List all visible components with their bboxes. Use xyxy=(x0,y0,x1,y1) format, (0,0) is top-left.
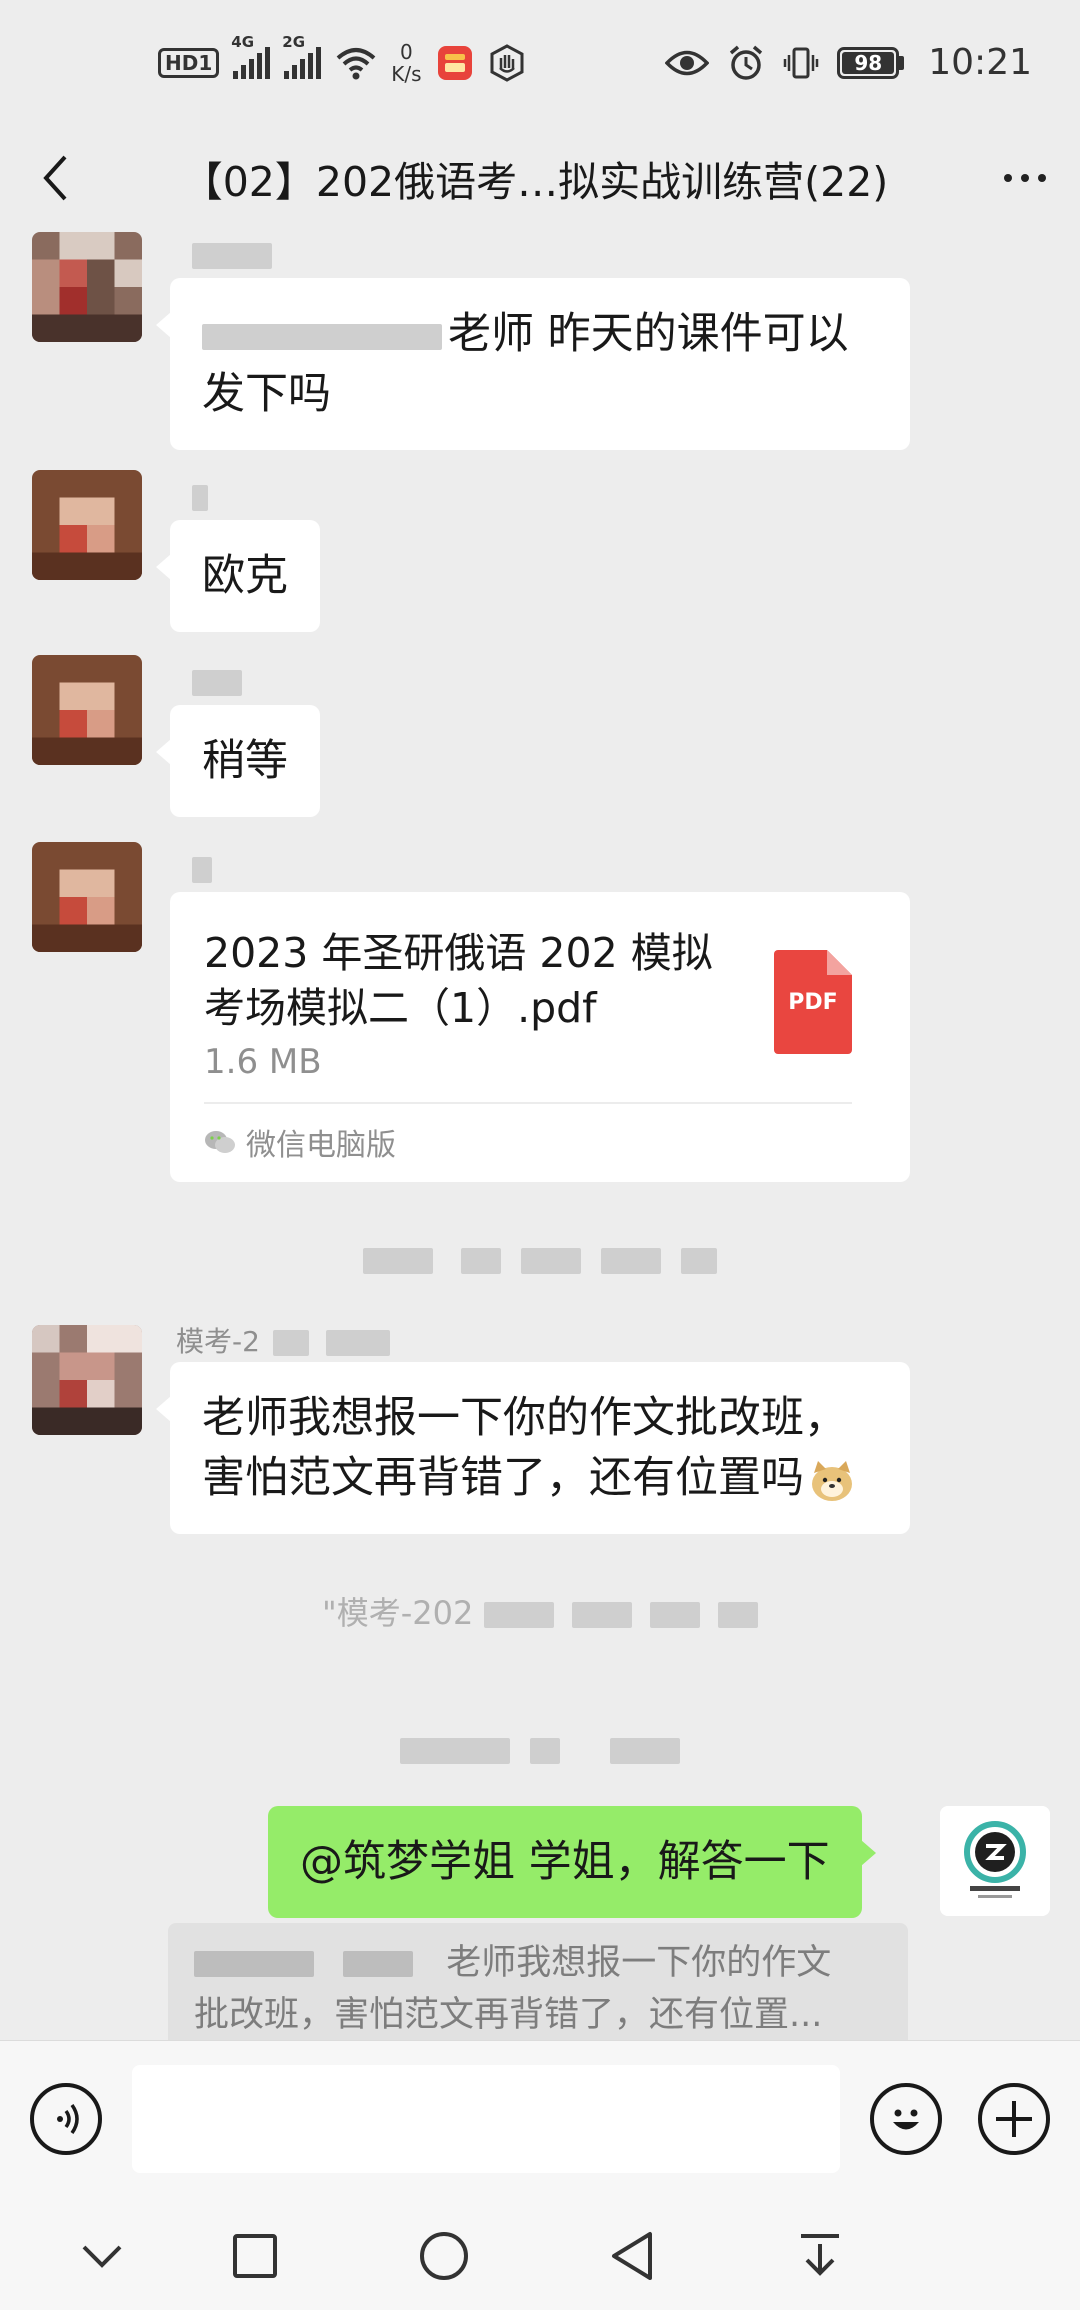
plus-button[interactable] xyxy=(978,2083,1050,2155)
app-notification-icon xyxy=(437,45,472,80)
triangle-back-icon xyxy=(612,2232,652,2280)
battery-level: 98 xyxy=(842,51,895,75)
square-icon xyxy=(233,2234,277,2278)
eye-icon xyxy=(665,50,710,75)
wifi-icon xyxy=(336,47,376,79)
nav-recents-button[interactable] xyxy=(219,2220,291,2292)
message-bubble-own[interactable]: @筑梦学姐 学姐，解答一下 xyxy=(268,1806,876,1918)
divider xyxy=(204,1102,852,1104)
file-source: 微信电脑版 xyxy=(204,1120,396,1164)
alarm-icon xyxy=(730,45,763,80)
message-text: 欧克 xyxy=(202,551,288,601)
file-message[interactable]: 2023 年圣研俄语 202 模拟考场模拟二（1）.pdf 1.6 MB PDF… xyxy=(170,892,910,1182)
sender-name: 模考-2 xyxy=(176,1320,390,1360)
quote-text-1: 老师我想报一下你的作文 xyxy=(446,1943,832,1983)
signal-generation: 2G xyxy=(282,32,306,51)
sender-name-text: 模考-2 xyxy=(176,1325,260,1358)
voice-icon xyxy=(57,2103,79,2135)
net-speed-value: 0 xyxy=(400,39,413,64)
message-text: 稍等 xyxy=(202,736,288,786)
hand-icon xyxy=(490,43,524,82)
wechat-icon xyxy=(205,1131,235,1153)
nav-collapse-button[interactable] xyxy=(66,2220,138,2292)
nav-notification-button[interactable] xyxy=(784,2220,856,2292)
nav-home-button[interactable] xyxy=(408,2220,480,2292)
avatar[interactable] xyxy=(32,1325,142,1435)
battery-icon: 98 xyxy=(837,46,905,79)
signal-generation: 4G xyxy=(231,32,255,51)
avatar[interactable] xyxy=(32,232,142,342)
hd-badge: HD1 xyxy=(158,47,220,78)
voice-button[interactable] xyxy=(30,2083,102,2155)
chat-title: 【02】202俄语考…拟实战训练营(22) xyxy=(181,157,889,206)
my-avatar[interactable] xyxy=(940,1806,1050,1916)
avatar-image xyxy=(32,1325,142,1435)
system-nav-bar xyxy=(0,2198,1080,2310)
quote-text-2: 批改班，害怕范文再背错了，还有位置... xyxy=(194,1995,823,2035)
back-button[interactable] xyxy=(0,125,110,230)
net-speed-unit: K/s xyxy=(391,61,422,86)
avatar[interactable] xyxy=(32,470,142,580)
chevron-left-icon xyxy=(43,155,67,200)
system-message-text: "模考-202 xyxy=(321,1594,474,1632)
signal-icon: 2G xyxy=(282,33,322,79)
download-icon xyxy=(801,2234,839,2276)
message-bubble[interactable]: 稍等 xyxy=(156,705,320,817)
nav-back-button[interactable] xyxy=(596,2220,668,2292)
chat-header: 【02】202俄语考…拟实战训练营(22) xyxy=(0,125,1080,230)
emoji-button[interactable] xyxy=(870,2083,942,2155)
quoted-message[interactable]: 老师我想报一下你的作文 批改班，害怕范文再背错了，还有位置... xyxy=(168,1923,908,2040)
message-bubble[interactable]: 老师 昨天的课件可以发下吗 xyxy=(156,278,910,450)
file-size: 1.6 MB xyxy=(204,1042,322,1082)
sender-name-redacted xyxy=(192,238,272,271)
mention-redacted xyxy=(202,323,442,350)
clock: 10:21 xyxy=(928,42,1032,83)
message-text: 老师我想报一下你的作文批改班，害怕范文再背错了，还有位置吗 xyxy=(202,1393,847,1503)
file-type-label: PDF xyxy=(788,989,838,1015)
net-speed: 0 K/s xyxy=(391,41,421,85)
avatar-image xyxy=(32,470,142,580)
message-bubble[interactable]: 欧克 xyxy=(156,520,320,632)
sender-name-redacted xyxy=(192,852,212,885)
avatar-image xyxy=(32,842,142,952)
file-name: 2023 年圣研俄语 202 模拟考场模拟二（1）.pdf xyxy=(204,929,713,1032)
more-button[interactable] xyxy=(970,125,1080,230)
emoji-icon xyxy=(893,2109,919,2130)
quote-line: 老师我想报一下你的作文 xyxy=(194,1937,882,1989)
logo-avatar-image xyxy=(940,1806,1050,1916)
sender-name-redacted xyxy=(192,665,242,698)
message-bubble[interactable]: 老师我想报一下你的作文批改班，害怕范文再背错了，还有位置吗 xyxy=(156,1362,910,1534)
dog-emoji-icon xyxy=(812,1460,852,1501)
sender-name-redacted xyxy=(192,480,208,513)
chevron-down-icon xyxy=(82,2245,122,2268)
system-message: "模考-202 xyxy=(0,1588,1080,1634)
more-dots-icon xyxy=(1004,173,1046,182)
circle-icon xyxy=(420,2232,468,2280)
avatar[interactable] xyxy=(32,655,142,765)
status-bar: HD1 4G 2G 0 K/s 98 10:21 xyxy=(0,0,1080,125)
message-list[interactable]: 老师 昨天的课件可以发下吗 欧克 稍等 2023 年圣研俄语 202 模拟考场模… xyxy=(0,230,1080,2040)
message-text: @筑梦学姐 学姐，解答一下 xyxy=(300,1837,830,1887)
system-message-redacted xyxy=(0,1730,1080,1768)
avatar-image xyxy=(32,232,142,342)
avatar[interactable] xyxy=(32,842,142,952)
input-bar xyxy=(0,2040,1080,2198)
signal-icon: 4G xyxy=(231,33,271,79)
vibrate-icon xyxy=(784,47,819,78)
plus-icon xyxy=(996,2101,1032,2137)
message-input[interactable] xyxy=(132,2065,840,2173)
system-message-redacted xyxy=(0,1240,1080,1278)
avatar-image xyxy=(32,655,142,765)
file-source-label: 微信电脑版 xyxy=(246,1128,396,1163)
